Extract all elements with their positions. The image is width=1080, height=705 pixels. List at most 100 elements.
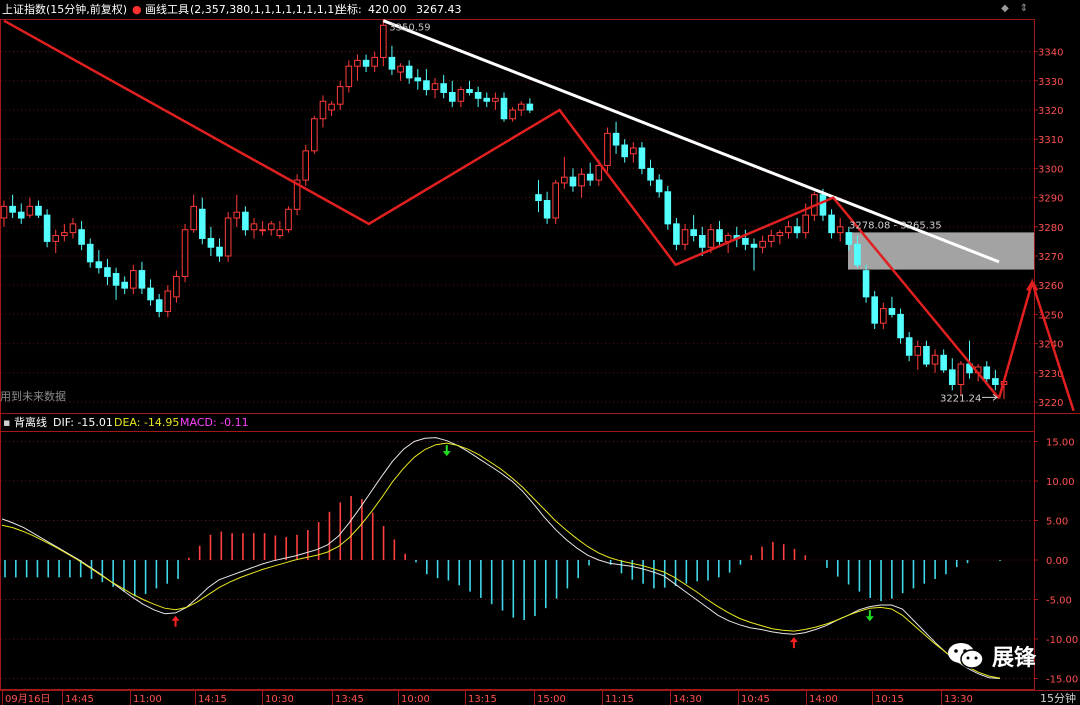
candle-body: [931, 354, 939, 365]
candle-body: [250, 223, 258, 231]
candle-body: [681, 229, 689, 245]
candle: [578, 168, 585, 198]
candle: [267, 220, 275, 236]
candle: [250, 218, 258, 239]
candle: [380, 19, 387, 67]
candle: [414, 69, 422, 90]
candle: [466, 80, 473, 96]
coord-y: 3267.43: [416, 3, 462, 16]
candle: [78, 220, 85, 251]
candle-body: [854, 243, 861, 266]
zigzag-trend-line[interactable]: [3, 19, 1000, 400]
candle: [474, 86, 482, 108]
candle: [319, 95, 327, 128]
swap-icon[interactable]: ⇕: [1018, 3, 1030, 15]
low-arrow-icon: [982, 393, 998, 401]
candle-body: [9, 205, 16, 213]
candle-body: [380, 24, 387, 58]
down-arrow-head: [442, 451, 451, 457]
candle: [716, 220, 723, 248]
price-tick-label: 3260: [1038, 281, 1063, 292]
diamond-icon[interactable]: ◆: [999, 3, 1011, 15]
candle-body: [638, 147, 646, 169]
candle-body: [535, 194, 542, 202]
candle-body: [173, 275, 180, 298]
candle-body: [517, 103, 525, 111]
candle-body: [354, 59, 361, 67]
candle-body: [483, 97, 491, 102]
candle: [354, 54, 361, 81]
candle: [526, 98, 534, 113]
candle-body: [673, 223, 680, 245]
down-arrow-signal: [442, 445, 451, 457]
candle: [423, 69, 430, 96]
price-tick-label: 3300: [1038, 164, 1063, 175]
candle: [388, 45, 396, 75]
macd-axis: 15.00 10.00 5.00 0.00 -5.00 -10.00 -15.00: [1034, 438, 1078, 686]
time-tick-label: 14:00: [809, 694, 838, 705]
candle: [914, 340, 922, 370]
candle-body: [448, 91, 456, 102]
candle: [880, 302, 887, 329]
candle-body: [586, 173, 594, 181]
candle-body: [259, 229, 266, 232]
candle: [492, 92, 499, 110]
candle: [216, 238, 223, 262]
candle: [888, 296, 896, 318]
period-label: 15分钟: [1040, 691, 1076, 705]
candle-body: [509, 109, 516, 120]
candle: [440, 74, 447, 99]
candle-body: [276, 229, 284, 237]
candle-body: [871, 296, 878, 324]
price-tick-label: 3270: [1038, 252, 1063, 263]
candle-body: [190, 205, 197, 231]
price-tick-label: 3310: [1038, 135, 1063, 146]
candle: [638, 142, 646, 175]
candle: [681, 223, 689, 251]
candle-body: [466, 89, 473, 93]
candle: [130, 264, 137, 294]
candle-body: [267, 223, 275, 231]
candle: [293, 174, 301, 216]
candle: [604, 127, 611, 172]
candle-body: [862, 270, 870, 298]
candle: [785, 220, 792, 239]
coord-label: 坐标:: [336, 3, 362, 16]
candle: [138, 261, 146, 294]
candle: [750, 238, 758, 271]
dif-line: [1, 437, 1001, 679]
high-price-label: 3350.59: [389, 23, 430, 34]
candle: [397, 63, 404, 81]
watermark: 展锋: [946, 638, 1036, 674]
candle-body: [78, 229, 85, 245]
time-tick-label: 14:30: [673, 694, 702, 705]
candle-body: [750, 243, 758, 248]
candle-body: [336, 86, 344, 105]
indicator-header: ▪ 背离线 DIF: -15.01 DEA: -14.95 MACD: -0.1…: [0, 414, 1080, 432]
price-tick-label: 3320: [1038, 106, 1063, 117]
candle-body: [707, 229, 715, 248]
time-axis: 09月16日 14:45 11:00 14:15 10:30 13:45 10:00 13:1…: [2, 690, 1076, 705]
indicator-name[interactable]: 背离线: [14, 414, 47, 432]
candle-body: [414, 77, 422, 82]
plot-border: [0, 19, 1035, 690]
drawing-tool-label[interactable]: 画线工具: [145, 0, 189, 20]
candle-body: [112, 273, 120, 286]
candle: [664, 185, 672, 230]
candle-body: [457, 89, 465, 102]
candle-body: [155, 299, 163, 312]
future-data-note: 用到未来数据: [0, 390, 66, 403]
candle-body: [492, 97, 499, 102]
price-tick-label: 3330: [1038, 77, 1063, 88]
candle-body: [345, 65, 353, 88]
macd-tick-label: 15.00: [1046, 438, 1075, 449]
macd-histogram: [4, 496, 1001, 621]
candle-body: [423, 80, 430, 91]
candle: [655, 174, 663, 198]
candle: [336, 80, 344, 110]
index-title[interactable]: 上证指数(15分钟,前复权): [2, 0, 127, 20]
candle: [345, 60, 353, 93]
time-tick-label: 10:30: [265, 694, 294, 705]
candle-body: [983, 366, 991, 380]
price-tick-label: 3340: [1038, 48, 1063, 59]
